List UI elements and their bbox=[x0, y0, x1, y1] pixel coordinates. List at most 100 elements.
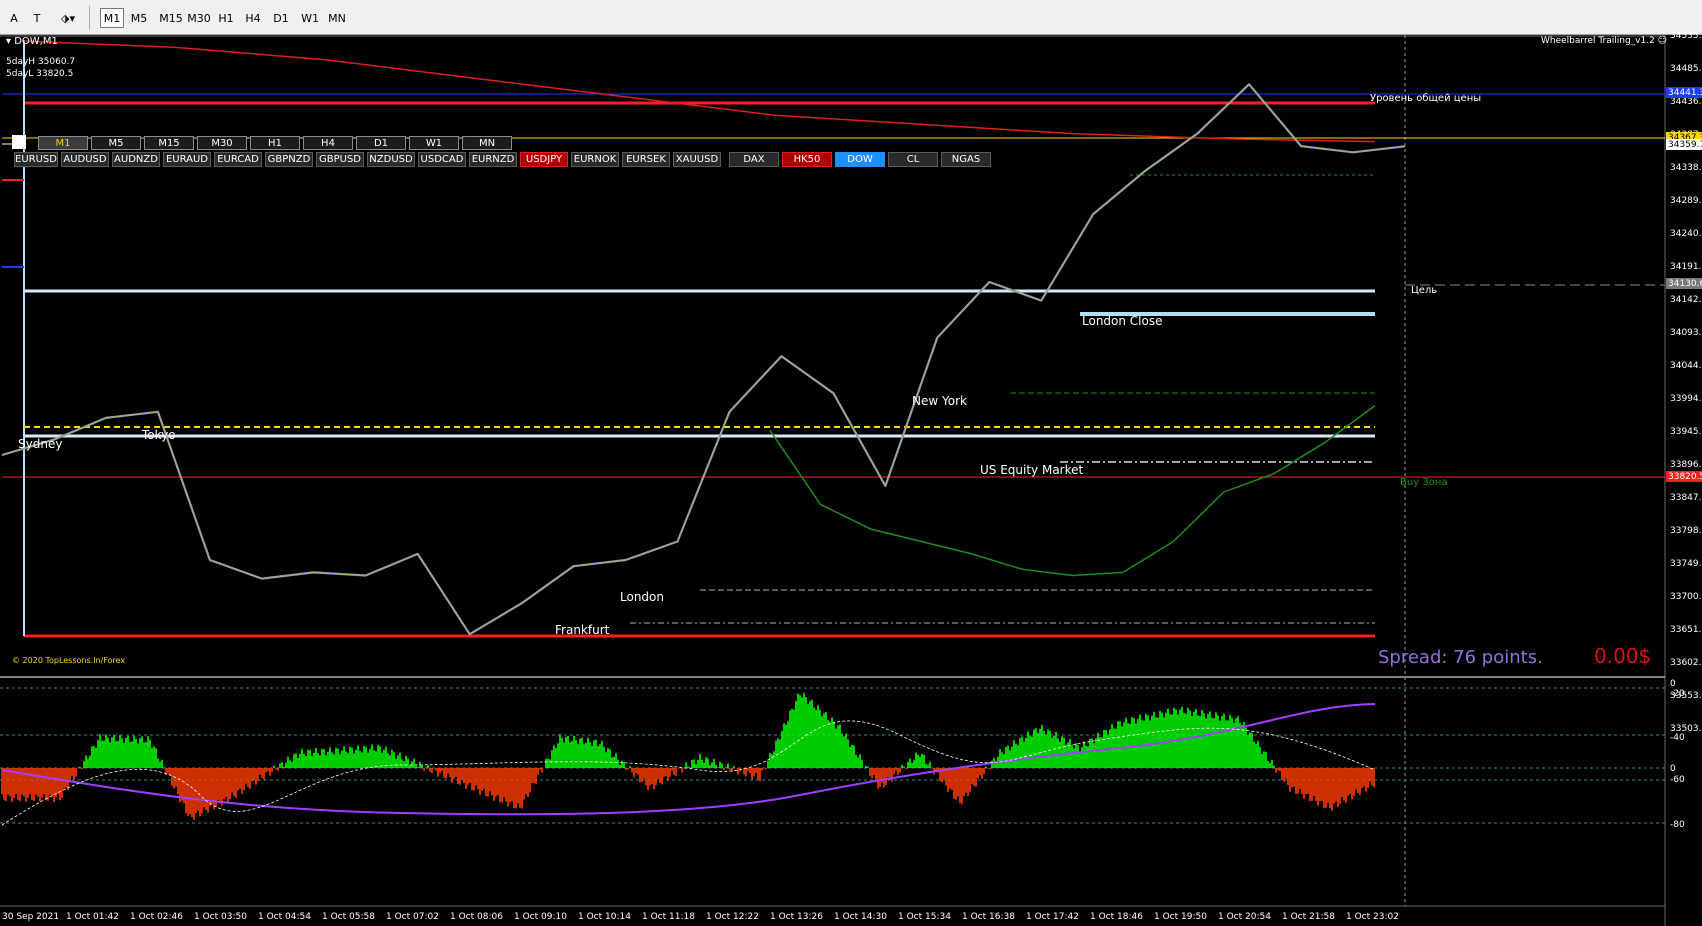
timeframe-button-m1[interactable]: M1 bbox=[100, 8, 124, 28]
time-tick: 1 Oct 02:46 bbox=[130, 912, 183, 922]
price-tick: 34240.4 bbox=[1670, 229, 1702, 239]
symbol-button-eurusd[interactable]: EURUSD bbox=[14, 152, 58, 167]
timeframe-button-m30[interactable]: M30 bbox=[183, 8, 215, 28]
panel-timeframe-m1[interactable]: M1 bbox=[38, 136, 88, 150]
symbol-button-euraud[interactable]: EURAUD bbox=[163, 152, 211, 167]
red-moving-average bbox=[23, 40, 1376, 143]
price-tick: 33847.6 bbox=[1670, 493, 1702, 503]
panel-timeframe-m30[interactable]: M30 bbox=[197, 136, 247, 150]
panel-timeframe-m15[interactable]: M15 bbox=[144, 136, 194, 150]
session-label-sydney: Sydney bbox=[18, 437, 63, 451]
price-tick: 33602.1 bbox=[1670, 658, 1702, 668]
panel-timeframe-mn[interactable]: MN bbox=[462, 136, 512, 150]
chart-toolbar: A T ⬗▾ M1 M5 M15 M30 H1 H4 D1 W1 MN bbox=[0, 0, 1702, 35]
five-day-high: 5dayH 35060.7 bbox=[6, 57, 76, 67]
time-tick: 1 Oct 21:58 bbox=[1282, 912, 1335, 922]
price-tick: 34191.3 bbox=[1670, 262, 1702, 272]
indicator-positive-bars bbox=[77, 693, 1275, 768]
expert-name[interactable]: Wheelbarrel Trailing_v1.2 ☺ bbox=[1541, 36, 1667, 46]
symbol-button-xauusd[interactable]: XAUUSD bbox=[673, 152, 721, 167]
symbol-button-cl[interactable]: CL bbox=[888, 152, 938, 167]
panel-timeframe-d1[interactable]: D1 bbox=[356, 136, 406, 150]
chart-title: ▾ DOW,M1 bbox=[6, 36, 58, 47]
price-tick: 33945.8 bbox=[1670, 427, 1702, 437]
symbol-button-ngas[interactable]: NGAS bbox=[941, 152, 991, 167]
copyright-text: © 2020 TopLessons.In/Forex bbox=[12, 656, 126, 665]
target-label: Цель bbox=[1411, 285, 1438, 296]
panel-timeframe-h1[interactable]: H1 bbox=[250, 136, 300, 150]
timeframe-button-d1[interactable]: D1 bbox=[269, 8, 293, 28]
timeframe-button-h4[interactable]: H4 bbox=[241, 8, 265, 28]
indicator-tick: -80 bbox=[1670, 820, 1685, 830]
symbol-button-dow[interactable]: DOW bbox=[835, 152, 885, 167]
price-tick: 34093.1 bbox=[1670, 328, 1702, 338]
session-label-tokyo: Tokyo bbox=[142, 428, 176, 442]
session-label-london: London bbox=[620, 590, 664, 604]
time-tick: 1 Oct 12:22 bbox=[706, 912, 759, 922]
symbol-button-hk50[interactable]: HK50 bbox=[782, 152, 832, 167]
session-label-us-equity: US Equity Market bbox=[980, 463, 1084, 477]
general-price-level-label: Уровень общей цены bbox=[1370, 93, 1482, 104]
price-tick: 33749.4 bbox=[1670, 559, 1702, 569]
expert-name-text: Wheelbarrel Trailing_v1.2 bbox=[1541, 36, 1655, 46]
timeframe-button-mn[interactable]: MN bbox=[325, 8, 349, 28]
toolbar-separator bbox=[89, 6, 90, 30]
symbol-button-dax[interactable]: DAX bbox=[729, 152, 779, 167]
indicator-negative-bars bbox=[1, 768, 1375, 820]
timeframe-button-w1[interactable]: W1 bbox=[298, 8, 322, 28]
timeframe-button-h1[interactable]: H1 bbox=[214, 8, 238, 28]
symbol-button-audusd[interactable]: AUDUSD bbox=[61, 152, 109, 167]
symbol-button-usdcad[interactable]: USDCAD bbox=[418, 152, 466, 167]
price-tick: 34338.6 bbox=[1670, 163, 1702, 173]
price-tick: 34044.0 bbox=[1670, 361, 1702, 371]
price-tick: 34436.8 bbox=[1670, 97, 1702, 107]
panel-timeframe-m5[interactable]: M5 bbox=[91, 136, 141, 150]
price-tick: 33798.5 bbox=[1670, 526, 1702, 536]
session-label-london-close: London Close bbox=[1082, 314, 1163, 328]
time-tick: 1 Oct 03:50 bbox=[194, 912, 247, 922]
panel-timeframe-h4[interactable]: H4 bbox=[303, 136, 353, 150]
time-tick: 1 Oct 19:50 bbox=[1154, 912, 1207, 922]
chart-title-text: DOW,M1 bbox=[14, 36, 58, 47]
time-tick: 1 Oct 08:06 bbox=[450, 912, 503, 922]
time-tick: 1 Oct 13:26 bbox=[770, 912, 823, 922]
symbol-button-audnzd[interactable]: AUDNZD bbox=[112, 152, 160, 167]
price-tick: 33700.3 bbox=[1670, 592, 1702, 602]
time-tick: 1 Oct 11:18 bbox=[642, 912, 695, 922]
chart-window[interactable]: ▾ DOW,M1 5dayH 35060.7 5dayL 33820.5 Whe… bbox=[0, 31, 1702, 926]
price-flag: 33820.5 bbox=[1666, 471, 1702, 482]
text-label-icon[interactable]: T bbox=[28, 8, 46, 28]
panel-toggle-button[interactable] bbox=[12, 135, 26, 149]
symbol-button-eurnzd[interactable]: EURNZD bbox=[469, 152, 517, 167]
symbol-button-eursek[interactable]: EURSEK bbox=[622, 152, 670, 167]
price-flag: 34359.7 bbox=[1666, 139, 1702, 150]
chart-menu-icon[interactable]: ▾ bbox=[6, 36, 11, 47]
indicator-tick: 0 bbox=[1670, 764, 1676, 774]
panel-timeframe-w1[interactable]: W1 bbox=[409, 136, 459, 150]
price-tick: 33651.2 bbox=[1670, 625, 1702, 635]
symbol-button-eurcad[interactable]: EURCAD bbox=[214, 152, 262, 167]
symbol-button-usdjpy[interactable]: USDJPY bbox=[520, 152, 568, 167]
green-moving-average bbox=[769, 404, 1376, 577]
price-flag: 34130.6 bbox=[1666, 278, 1702, 289]
time-tick: 1 Oct 05:58 bbox=[322, 912, 375, 922]
session-label-new-york: New York bbox=[912, 394, 967, 408]
five-day-low: 5dayL 33820.5 bbox=[6, 69, 74, 79]
price-tick: 34535.0 bbox=[1670, 31, 1702, 41]
time-tick: 1 Oct 20:54 bbox=[1218, 912, 1271, 922]
symbol-button-gbpnzd[interactable]: GBPNZD bbox=[265, 152, 313, 167]
price-tick: 34142.2 bbox=[1670, 295, 1702, 305]
timeframe-button-m5[interactable]: M5 bbox=[127, 8, 151, 28]
price-tick: 33994.9 bbox=[1670, 394, 1702, 404]
symbol-button-gbpusd[interactable]: GBPUSD bbox=[316, 152, 364, 167]
time-tick: 1 Oct 10:14 bbox=[578, 912, 631, 922]
time-tick: 30 Sep 2021 bbox=[2, 912, 60, 922]
shapes-icon[interactable]: ⬗▾ bbox=[52, 8, 84, 28]
text-icon[interactable]: A bbox=[5, 8, 23, 28]
time-tick: 1 Oct 15:34 bbox=[898, 912, 951, 922]
symbol-button-nzdusd[interactable]: NZDUSD bbox=[367, 152, 415, 167]
price-tick: 34485.9 bbox=[1670, 64, 1702, 74]
indicator-tick: -60 bbox=[1670, 775, 1685, 785]
expert-smiley-icon: ☺ bbox=[1657, 36, 1668, 46]
symbol-button-eurnok[interactable]: EURNOK bbox=[571, 152, 619, 167]
